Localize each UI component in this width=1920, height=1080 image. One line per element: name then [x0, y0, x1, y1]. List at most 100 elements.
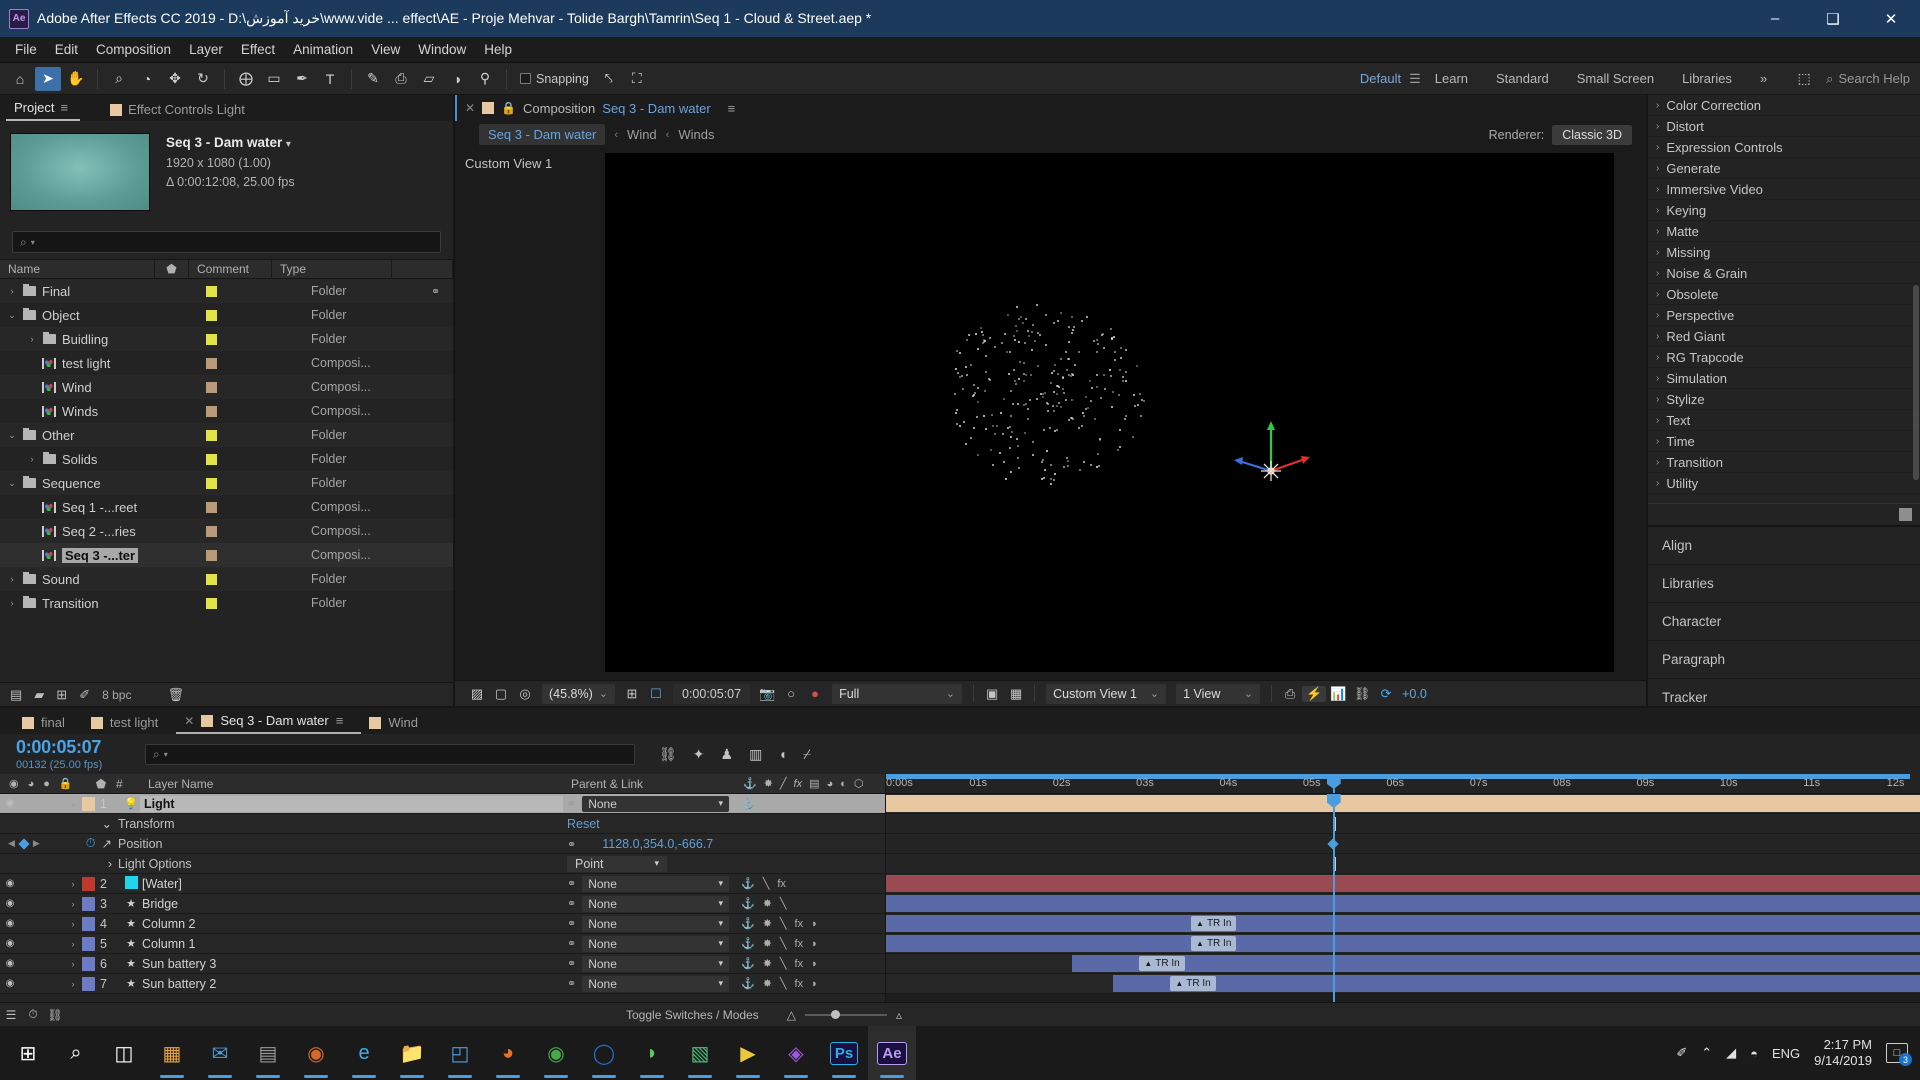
keyframe-indicator[interactable]: [18, 837, 30, 850]
label-color-cell[interactable]: [194, 429, 228, 441]
snapshot-icon[interactable]: 📷: [755, 686, 779, 702]
workspace-small-screen[interactable]: Small Screen: [1563, 67, 1668, 90]
layer-name-column[interactable]: Layer Name: [140, 777, 563, 791]
layer-name[interactable]: Column 1: [140, 937, 563, 951]
toggle-3d-view-icon[interactable]: ◎: [513, 686, 537, 702]
layer-switch[interactable]: fx: [795, 958, 804, 970]
snapping-checkbox[interactable]: [520, 73, 531, 84]
effect-category-rg-trapcode[interactable]: › RG Trapcode: [1648, 347, 1920, 368]
notification-center-icon[interactable]: □ 3: [1886, 1043, 1912, 1066]
photos-icon[interactable]: ◰: [436, 1026, 484, 1080]
zoom-knob[interactable]: [830, 1009, 840, 1019]
timeline-zoom-slider[interactable]: △ ▵: [787, 1008, 902, 1022]
layer-switch[interactable]: ✸: [763, 937, 772, 950]
choose-grid-icon[interactable]: ⊞: [620, 686, 644, 702]
parent-select[interactable]: None ▾: [582, 915, 729, 932]
layer-switch[interactable]: fx: [795, 918, 804, 930]
workspace-overflow-icon[interactable]: »: [1746, 67, 1781, 90]
layer-twirl-icon[interactable]: ›: [64, 979, 82, 989]
layer-label-color[interactable]: [82, 976, 95, 991]
panel-tab-paragraph[interactable]: Paragraph: [1648, 641, 1920, 679]
zoom-tool[interactable]: ⌕: [106, 67, 132, 91]
layer-row[interactable]: ◉ › 6 ★ Sun battery 3 ⚭ None ▾ ⚓ ✸ ╲ fx ◗: [0, 954, 885, 974]
twirl-icon[interactable]: ›: [1656, 478, 1659, 489]
clock[interactable]: 2:17 PM 9/14/2019: [1814, 1037, 1872, 1070]
sync-settings-icon[interactable]: ⬚: [1791, 67, 1817, 91]
aftereffects-icon[interactable]: Ae: [868, 1026, 916, 1080]
label-color-cell[interactable]: [194, 525, 228, 537]
layer-visibility-icon[interactable]: ◉: [0, 958, 20, 969]
effect-category-utility[interactable]: › Utility: [1648, 473, 1920, 494]
timeline-tab-wind[interactable]: Wind: [361, 712, 436, 734]
new-folder-icon[interactable]: [1899, 508, 1912, 521]
keyframe-navigator[interactable]: ◀ ▶: [0, 837, 48, 850]
twirl-icon[interactable]: ›: [4, 598, 20, 608]
effect-category-obsolete[interactable]: › Obsolete: [1648, 284, 1920, 305]
layer-row[interactable]: ◉ › 7 ★ Sun battery 2 ⚭ None ▾ ⚓ ✸ ╲ fx ◗: [0, 974, 885, 994]
effect-category-matte[interactable]: › Matte: [1648, 221, 1920, 242]
layer-switch[interactable]: ⚓: [741, 957, 755, 970]
region-of-interest-icon[interactable]: ☐: [644, 686, 668, 702]
layer-twirl-icon[interactable]: ›: [64, 959, 82, 969]
pickwhip-icon[interactable]: ⚭: [567, 877, 576, 890]
project-item-row[interactable]: Wind Composi...: [0, 375, 453, 399]
lock-icon[interactable]: 🔒: [501, 101, 516, 115]
layer-switch[interactable]: ◗: [811, 938, 818, 950]
twirl-icon[interactable]: ›: [1656, 415, 1659, 426]
frame-blending-icon[interactable]: ▥: [749, 746, 762, 763]
layer-switch[interactable]: ◗: [811, 958, 818, 970]
show-snapshot-icon[interactable]: ○: [779, 686, 803, 701]
stopwatch-icon[interactable]: ⏱: [86, 836, 96, 851]
shy-icon[interactable]: ⚓: [743, 777, 757, 790]
panel-tab-libraries[interactable]: Libraries: [1648, 565, 1920, 603]
start-button[interactable]: ⊞: [4, 1026, 52, 1080]
twirl-icon[interactable]: ›: [4, 574, 20, 584]
layer-switch[interactable]: ╲: [780, 897, 787, 910]
layer-name[interactable]: Sun battery 2: [140, 977, 563, 991]
current-time-indicator[interactable]: [1326, 794, 1341, 1002]
layer-visibility-icon[interactable]: ◉: [0, 878, 20, 889]
project-item-row[interactable]: › Solids Folder: [0, 447, 453, 471]
pen-tool[interactable]: ✒: [289, 67, 315, 91]
solo-icon[interactable]: ●: [43, 778, 50, 790]
menu-item-animation[interactable]: Animation: [284, 39, 362, 60]
workspace-default[interactable]: Default: [1346, 67, 1415, 90]
effects-scrollbar[interactable]: [1913, 285, 1919, 480]
ruler-playhead[interactable]: [1326, 774, 1341, 793]
label-color-cell[interactable]: [194, 333, 228, 345]
previous-keyframe-icon[interactable]: ◀: [8, 838, 15, 849]
grid-snap-icon[interactable]: ⛶: [624, 67, 650, 91]
adjustment-layer-icon[interactable]: ◐: [840, 778, 847, 790]
effect-category-keying[interactable]: › Keying: [1648, 200, 1920, 221]
transparency-grid-icon[interactable]: ▣: [980, 686, 1004, 702]
twirl-icon[interactable]: ›: [1656, 163, 1659, 174]
project-item-row[interactable]: ⌄ Sequence Folder: [0, 471, 453, 495]
menu-item-edit[interactable]: Edit: [46, 39, 87, 60]
effect-category-text[interactable]: › Text: [1648, 410, 1920, 431]
layer-twirl-icon[interactable]: ›: [64, 919, 82, 929]
layer-parent[interactable]: ⚭ None ▾: [563, 895, 735, 912]
layer-row[interactable]: ◉ › 3 ★ Bridge ⚭ None ▾ ⚓ ✸ ╲: [0, 894, 885, 914]
edge-icon[interactable]: e: [340, 1026, 388, 1080]
label-color-cell[interactable]: [194, 405, 228, 417]
timeline-panel-menu-icon[interactable]: ≡: [336, 713, 344, 728]
frame-blend-icon[interactable]: ▤: [809, 777, 819, 790]
parent-select[interactable]: None ▾: [582, 935, 729, 952]
renderer-value[interactable]: Classic 3D: [1552, 124, 1632, 145]
layer-switch[interactable]: ╲: [763, 877, 770, 890]
light-type-select[interactable]: Point ▾: [567, 855, 667, 872]
motion-blur-icon[interactable]: ◕: [827, 778, 834, 790]
effect-category-red-giant[interactable]: › Red Giant: [1648, 326, 1920, 347]
parent-link-column[interactable]: Parent & Link: [563, 777, 735, 791]
tab-project[interactable]: Project ≡: [6, 97, 81, 121]
layer-switch[interactable]: ⚓: [741, 897, 755, 910]
firefox-icon[interactable]: ◕: [484, 1026, 532, 1080]
project-item-row[interactable]: ⌄ Other Folder: [0, 423, 453, 447]
twirl-icon[interactable]: ›: [1656, 289, 1659, 300]
menu-item-help[interactable]: Help: [475, 39, 521, 60]
search-icon[interactable]: ⌕: [52, 1026, 100, 1080]
layer-parent[interactable]: ⚭ None ▾: [563, 935, 735, 952]
chrome-icon[interactable]: ◉: [532, 1026, 580, 1080]
toggle-switches-modes-button[interactable]: Toggle Switches / Modes: [626, 1008, 759, 1022]
label-color-cell[interactable]: [194, 381, 228, 393]
